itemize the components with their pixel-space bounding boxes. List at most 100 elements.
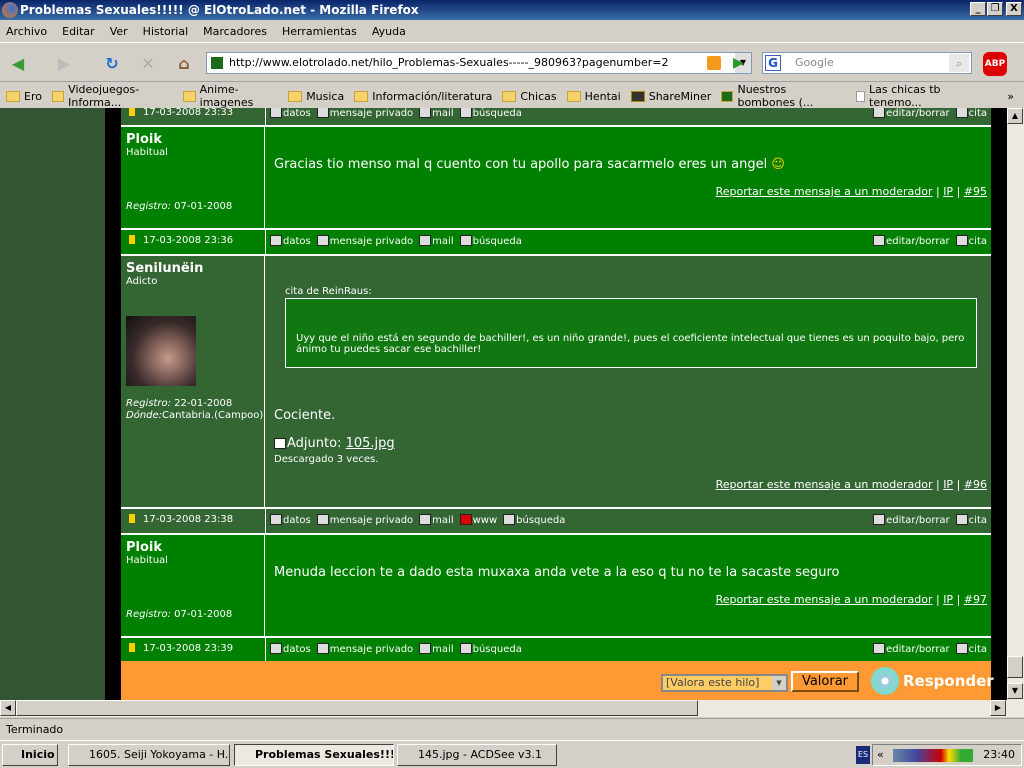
scroll-thumb[interactable]	[1007, 656, 1023, 678]
menu-historial[interactable]: Historial	[143, 25, 188, 38]
post-number-link[interactable]: #97	[964, 593, 987, 606]
chevron-down-icon[interactable]: ▼	[772, 676, 786, 690]
bookmark-item[interactable]: Chicas	[502, 90, 557, 103]
stop-button[interactable]: ✕	[136, 52, 160, 76]
bookmark-item[interactable]: ShareMiner	[630, 90, 711, 103]
system-tray: « 23:40	[872, 744, 1022, 766]
profile-link[interactable]: datos	[270, 643, 311, 655]
edit-link[interactable]: editar/borrar	[873, 108, 950, 119]
menu-ayuda[interactable]: Ayuda	[372, 25, 406, 38]
private-message-link[interactable]: mensaje privado	[316, 235, 413, 247]
profile-link[interactable]: datos	[270, 235, 311, 247]
restore-button[interactable]: ❐	[987, 2, 1003, 16]
mail-icon	[419, 235, 432, 246]
www-link[interactable]: www	[459, 514, 497, 526]
rate-thread-select[interactable]: [Valora este hilo] ▼	[661, 674, 788, 692]
ip-link[interactable]: IP	[943, 185, 953, 198]
username[interactable]: Senilunëin	[126, 261, 259, 276]
scroll-up-button[interactable]: ▲	[1007, 108, 1023, 124]
mail-link[interactable]: mail	[419, 108, 454, 119]
go-button[interactable]: ▶	[733, 55, 744, 71]
mail-link[interactable]: mail	[419, 235, 454, 247]
language-indicator[interactable]: ES	[856, 746, 870, 764]
tray-expand-button[interactable]: «	[877, 745, 884, 765]
private-message-link[interactable]: mensaje privado	[316, 108, 413, 119]
post-number-link[interactable]: #96	[964, 478, 987, 491]
taskbar-item[interactable]: 1605. Seiji Yokoyama - H...	[68, 744, 230, 766]
horizontal-scrollbar[interactable]: ◀ ▶	[0, 700, 1024, 717]
ip-link[interactable]: IP	[943, 478, 953, 491]
forward-button[interactable]: ▶	[52, 52, 76, 76]
attachment-link[interactable]: 105.jpg	[346, 436, 395, 451]
profile-link[interactable]: datos	[270, 108, 311, 119]
mail-link[interactable]: mail	[419, 643, 454, 655]
menu-ver[interactable]: Ver	[110, 25, 128, 38]
edit-icon	[873, 108, 886, 118]
search-link[interactable]: búsqueda	[459, 108, 522, 119]
taskbar-item[interactable]: 145.jpg - ACDSee v3.1	[397, 744, 557, 766]
author-panel: Senilunëin Adicto Registro: 22-01-2008 D…	[121, 256, 265, 507]
search-link[interactable]: búsqueda	[503, 514, 565, 526]
report-link[interactable]: Reportar este mensaje a un moderador	[716, 593, 933, 606]
taskbar-item[interactable]: Problemas Sexuales!!!!...	[234, 744, 394, 766]
search-link[interactable]: búsqueda	[459, 643, 522, 655]
bookmark-item[interactable]: Información/literatura	[354, 90, 492, 103]
reply-button[interactable]: Responder	[871, 667, 994, 695]
report-link[interactable]: Reportar este mensaje a un moderador	[716, 478, 933, 491]
quote-label: cita de ReinRaus:	[285, 286, 372, 297]
username[interactable]: Ploik	[126, 540, 259, 555]
bookmark-item[interactable]: Ero	[6, 90, 42, 103]
post-body: Gracias tio menso mal q cuento con tu ap…	[270, 127, 987, 228]
rss-icon[interactable]	[707, 56, 721, 70]
bookmark-item[interactable]: Videojuegos-Informa...	[51, 83, 174, 109]
close-button[interactable]: X	[1006, 2, 1022, 16]
bookmarks-overflow-button[interactable]: »	[1007, 90, 1014, 103]
post-number-link[interactable]: #95	[964, 185, 987, 198]
start-button[interactable]: Inicio	[2, 744, 58, 766]
scroll-thumb[interactable]	[16, 700, 698, 716]
scroll-left-button[interactable]: ◀	[0, 700, 16, 716]
bookmark-item[interactable]: Anime-imagenes	[183, 83, 278, 109]
username[interactable]: Ploik	[126, 132, 259, 147]
bookmark-item[interactable]: Musica	[288, 90, 344, 103]
vertical-scrollbar[interactable]: ▲ ▼	[1007, 108, 1024, 700]
adblock-button[interactable]: ABP	[983, 52, 1007, 76]
quote-link[interactable]: cita	[955, 235, 987, 247]
quote-link[interactable]: cita	[955, 514, 987, 526]
datos-icon	[270, 235, 282, 246]
quote-link[interactable]: cita	[955, 108, 987, 119]
edit-icon	[873, 514, 886, 525]
profile-link[interactable]: datos	[270, 514, 311, 526]
rate-button[interactable]: Valorar	[791, 671, 859, 692]
menu-editar[interactable]: Editar	[62, 25, 95, 38]
menu-herramientas[interactable]: Herramientas	[282, 25, 357, 38]
scroll-right-button[interactable]: ▶	[990, 700, 1006, 716]
report-link[interactable]: Reportar este mensaje a un moderador	[716, 185, 933, 198]
private-message-link[interactable]: mensaje privado	[316, 643, 413, 655]
search-box[interactable]: G Google ⌕	[762, 52, 972, 74]
minimize-button[interactable]: _	[970, 2, 986, 16]
private-message-link[interactable]: mensaje privado	[316, 514, 413, 526]
ip-link[interactable]: IP	[943, 593, 953, 606]
edit-link[interactable]: editar/borrar	[873, 235, 950, 247]
search-icon[interactable]: ⌕	[949, 54, 969, 72]
bookmark-item[interactable]: Hentai	[566, 90, 621, 103]
google-icon[interactable]: G	[765, 55, 781, 71]
url-bar[interactable]: http://www.elotrolado.net/hilo_Problemas…	[206, 52, 752, 74]
scroll-down-button[interactable]: ▼	[1007, 683, 1023, 699]
tray-icons[interactable]	[893, 749, 973, 762]
quote-link[interactable]: cita	[955, 643, 987, 655]
edit-link[interactable]: editar/borrar	[873, 514, 950, 526]
search-link[interactable]: búsqueda	[459, 235, 522, 247]
avatar	[126, 316, 196, 386]
bookmark-item[interactable]: Las chicas tb tenemo...	[856, 83, 977, 109]
back-button[interactable]: ◀	[6, 52, 30, 76]
home-button[interactable]: ⌂	[172, 52, 196, 76]
bookmark-item[interactable]: Nuestros bombones (...	[721, 83, 846, 109]
menu-archivo[interactable]: Archivo	[6, 25, 47, 38]
menu-marcadores[interactable]: Marcadores	[203, 25, 267, 38]
edit-link[interactable]: editar/borrar	[873, 643, 950, 655]
reload-button[interactable]: ↻	[100, 52, 124, 76]
image-file-icon	[274, 438, 286, 449]
mail-link[interactable]: mail	[419, 514, 454, 526]
